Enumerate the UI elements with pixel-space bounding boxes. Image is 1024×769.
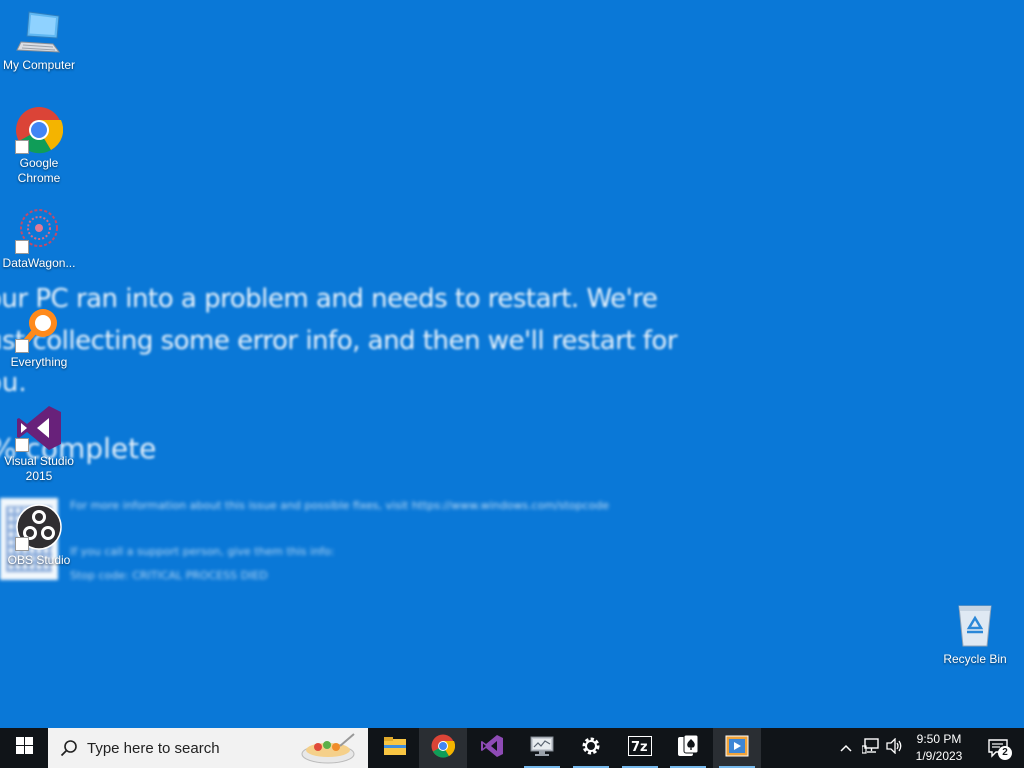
chrome-icon (15, 106, 64, 154)
taskbar-app-network-monitor[interactable] (518, 728, 566, 768)
desktop-icon-label: Everything (10, 355, 68, 369)
7zip-icon: 7z (628, 735, 652, 761)
desktop-icon-recycle-bin[interactable]: Recycle Bin (937, 602, 1013, 667)
start-button[interactable] (0, 728, 48, 768)
chrome-icon (431, 734, 456, 763)
wallpaper-text-line2: ust collecting some error info, and then… (0, 326, 678, 356)
wallpaper-info-line3: Stop code: CRITICAL PROCESS DIED (70, 569, 268, 582)
taskbar-app-media-player[interactable] (713, 728, 761, 768)
desktop[interactable]: our PC ran into a problem and needs to r… (0, 0, 1024, 728)
computer-icon (15, 8, 63, 56)
desktop-icon-label: OBS Studio (7, 553, 71, 567)
desktop-icon-datawagon[interactable]: DataWagon... (1, 206, 77, 271)
desktop-icon-label: Visual Studio 2015 (4, 454, 74, 483)
taskbar-app-7zip[interactable]: 7z (616, 728, 664, 768)
notification-icon: 2 (987, 738, 1012, 760)
wallpaper-info-line1: For more information about this issue an… (70, 499, 610, 512)
desktop-icon-visual-studio[interactable]: Visual Studio 2015 (1, 404, 77, 484)
desktop-icon-label: Google Chrome (17, 156, 61, 185)
shortcut-arrow-icon (15, 339, 29, 353)
taskbar-search-box[interactable]: Type here to search (48, 728, 368, 768)
wallpaper-text-line1: our PC ran into a problem and needs to r… (0, 284, 658, 314)
chevron-up-icon (840, 739, 852, 757)
everything-search-icon (15, 305, 63, 353)
shortcut-arrow-icon (15, 140, 29, 154)
taskbar-app-chrome[interactable] (419, 728, 467, 768)
taskbar-app-solitaire[interactable] (664, 728, 712, 768)
datawagon-icon (15, 206, 63, 254)
svg-text:7z: 7z (631, 740, 648, 755)
taskbar-app-settings[interactable] (567, 728, 615, 768)
notification-count-badge: 2 (998, 746, 1012, 760)
search-placeholder: Type here to search (87, 739, 220, 757)
visual-studio-icon (15, 404, 63, 452)
taskbar-app-visual-studio[interactable] (468, 728, 516, 768)
visual-studio-icon (480, 734, 504, 763)
taskbar-clock[interactable]: 9:50 PM 1/9/2023 (902, 731, 976, 765)
clock-time: 9:50 PM (916, 732, 962, 746)
desktop-icon-google-chrome[interactable]: Google Chrome (1, 106, 77, 186)
tray-show-hidden-icons[interactable] (836, 728, 856, 768)
desktop-icon-everything[interactable]: Everything (1, 305, 77, 370)
wallpaper-text-line3: ou. (0, 368, 27, 398)
media-player-icon (725, 735, 749, 762)
shortcut-arrow-icon (15, 537, 29, 551)
recycle-bin-icon (951, 602, 999, 650)
search-highlight-illustration-icon (300, 732, 356, 769)
desktop-icon-label: DataWagon... (2, 256, 76, 270)
clock-date: 1/9/2023 (915, 749, 963, 763)
search-icon (60, 739, 78, 762)
taskbar: Type here to search 7z 9:50 PM 1/9/2023 … (0, 728, 1024, 768)
obs-icon (15, 503, 63, 551)
wallpaper-info-line2: If you call a support person, give them … (70, 545, 335, 558)
desktop-icon-my-computer[interactable]: My Computer (1, 8, 77, 73)
shortcut-arrow-icon (15, 240, 29, 254)
gear-icon (580, 735, 602, 762)
desktop-icon-obs-studio[interactable]: OBS Studio (1, 503, 77, 568)
cards-icon (676, 734, 700, 763)
desktop-icon-label: My Computer (2, 58, 76, 72)
action-center-button[interactable]: 2 (978, 728, 1018, 768)
desktop-icon-label: Recycle Bin (943, 652, 1007, 666)
windows-logo-icon (15, 737, 33, 759)
taskbar-app-file-explorer[interactable] (371, 728, 419, 768)
network-icon (861, 737, 880, 759)
tray-network[interactable] (860, 728, 882, 768)
monitor-icon (530, 735, 554, 762)
shortcut-arrow-icon (15, 438, 29, 452)
folder-icon (384, 736, 406, 761)
